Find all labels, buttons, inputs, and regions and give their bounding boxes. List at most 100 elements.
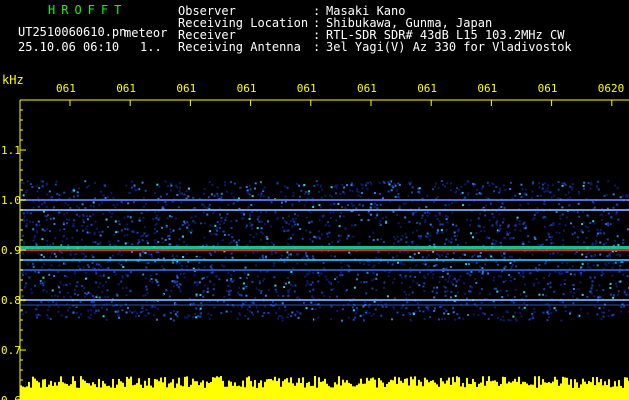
noise-pixel: [178, 227, 181, 230]
noise-pixel: [108, 211, 111, 214]
noise-pixel: [454, 295, 457, 298]
spectrum-bar: [64, 383, 66, 400]
noise-pixel: [531, 314, 534, 317]
noise-pixel: [460, 192, 463, 195]
noise-pixel: [39, 314, 42, 317]
noise-pixel: [149, 274, 152, 277]
noise-pixel: [141, 239, 144, 242]
noise-pixel: [502, 184, 505, 187]
noise-pixel: [587, 266, 590, 269]
noise-pixel: [322, 261, 325, 264]
noise-pixel: [545, 294, 548, 297]
noise-pixel: [552, 241, 555, 244]
noise-pixel: [467, 263, 470, 266]
noise-pixel: [469, 285, 472, 288]
noise-pixel: [418, 222, 421, 225]
noise-pixel: [335, 184, 338, 187]
noise-pixel: [65, 283, 68, 286]
noise-pixel: [587, 251, 590, 254]
spectrum-bar: [252, 386, 254, 400]
spectrum-bar: [378, 377, 380, 400]
noise-pixel: [107, 266, 110, 269]
spectrum-bar: [426, 379, 428, 400]
noise-pixel: [185, 190, 188, 193]
noise-pixel: [240, 294, 243, 297]
noise-pixel: [475, 232, 478, 235]
noise-pixel: [208, 317, 211, 320]
noise-pixel: [91, 301, 94, 304]
noise-pixel: [495, 223, 498, 226]
noise-pixel: [350, 202, 353, 205]
noise-pixel: [506, 311, 509, 314]
spectrum-bar: [482, 376, 484, 400]
noise-pixel: [471, 261, 474, 264]
noise-pixel: [453, 231, 456, 234]
noise-pixel: [427, 254, 430, 257]
noise-pixel: [168, 237, 171, 240]
noise-pixel: [264, 305, 267, 308]
noise-pixel: [239, 276, 242, 279]
noise-pixel: [247, 273, 250, 276]
noise-pixel: [491, 242, 494, 245]
noise-pixel: [244, 266, 247, 269]
noise-pixel: [242, 287, 245, 290]
noise-pixel: [367, 263, 370, 266]
noise-pixel: [352, 309, 355, 312]
noise-pixel: [385, 305, 388, 308]
noise-pixel: [445, 218, 448, 221]
spectrum-bar: [46, 387, 48, 400]
noise-pixel: [587, 226, 590, 229]
noise-pixel: [321, 188, 324, 191]
noise-pixel: [573, 210, 576, 213]
noise-pixel: [265, 255, 268, 258]
noise-pixel: [606, 222, 609, 225]
noise-pixel: [270, 201, 273, 204]
noise-pixel: [56, 295, 59, 298]
spectrum-bar: [86, 382, 88, 400]
spectrum-bar: [502, 376, 504, 400]
noise-pixel: [264, 294, 267, 297]
spectrum-bar: [304, 387, 306, 400]
noise-pixel: [245, 286, 248, 289]
noise-pixel: [357, 213, 360, 216]
noise-pixel: [519, 204, 522, 207]
noise-pixel: [481, 272, 484, 275]
noise-pixel: [288, 223, 291, 226]
noise-pixel: [155, 273, 158, 276]
noise-pixel: [571, 183, 574, 186]
noise-pixel: [209, 224, 212, 227]
noise-pixel: [120, 263, 123, 266]
noise-pixel: [483, 226, 486, 229]
noise-pixel: [418, 187, 421, 190]
noise-pixel: [623, 291, 626, 294]
noise-pixel: [203, 222, 206, 225]
noise-pixel: [341, 206, 344, 209]
spectrum-bar: [332, 387, 334, 400]
noise-pixel: [156, 307, 159, 310]
noise-pixel: [424, 263, 427, 266]
noise-pixel: [256, 275, 259, 278]
noise-pixel: [43, 263, 46, 266]
spectrum-bar: [512, 381, 514, 400]
spectrum-bar: [596, 377, 598, 400]
noise-pixel: [355, 307, 358, 310]
noise-pixel: [573, 273, 576, 276]
noise-pixel: [388, 252, 391, 255]
noise-pixel: [428, 212, 431, 215]
noise-pixel: [138, 219, 141, 222]
x-tick-label: 061: [176, 82, 196, 95]
noise-pixel: [254, 182, 257, 185]
noise-pixel: [69, 206, 72, 209]
spectrum-bar: [210, 382, 212, 400]
noise-pixel: [61, 256, 64, 259]
noise-pixel: [288, 281, 291, 284]
noise-pixel: [225, 216, 228, 219]
noise-pixel: [98, 231, 101, 234]
noise-pixel: [187, 187, 190, 190]
noise-pixel: [612, 206, 615, 209]
noise-pixel: [113, 243, 116, 246]
noise-pixel: [84, 292, 87, 295]
spectrum-bar: [444, 383, 446, 400]
noise-pixel: [216, 195, 219, 198]
noise-pixel: [92, 255, 95, 258]
